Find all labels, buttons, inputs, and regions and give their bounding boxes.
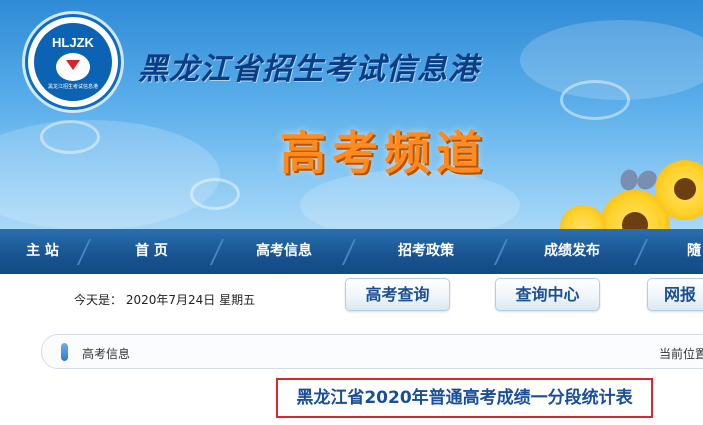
breadcrumb: 当前位置 <box>659 347 703 361</box>
swirl-decoration <box>190 178 240 210</box>
swirl-decoration <box>40 120 100 154</box>
nav-item-policy[interactable]: 招考政策 <box>350 229 509 274</box>
query-center-button[interactable]: 查询中心 <box>495 278 600 311</box>
nav-item-label: 首 页 <box>135 243 168 259</box>
logo-emblem: HLJZK 黑龙江招生考试信息港 <box>34 23 112 101</box>
nav-item-label: 成绩发布 <box>544 243 600 259</box>
nav-item-home[interactable]: 首 页 <box>85 229 225 274</box>
nav-item-label: 主 站 <box>26 243 59 259</box>
nav-item-gaokao-info[interactable]: 高考信息 <box>218 229 357 274</box>
sunflower-center-icon <box>674 178 696 200</box>
article-title: 黑龙江省2020年普通高考成绩一分段统计表 <box>276 378 653 418</box>
butterfly-icon <box>617 167 660 193</box>
today-date: 今天是： 2020年7月24日 星期五 <box>74 293 256 307</box>
site-logo[interactable]: HLJZK 黑龙江招生考试信息港 <box>25 14 121 110</box>
sunflower-icon <box>560 205 606 229</box>
nav-item-label: 隨 <box>687 243 701 259</box>
nav-item-scores[interactable]: 成绩发布 <box>502 229 649 274</box>
section-label[interactable]: 高考信息 <box>82 345 130 362</box>
cloud-decoration <box>0 120 220 229</box>
nav-item-label: 高考信息 <box>256 243 312 259</box>
location-bar: 高考信息 当前位置 <box>41 334 703 369</box>
nav-item-main-site[interactable]: 主 站 <box>0 229 92 274</box>
header-banner: HLJZK 黑龙江招生考试信息港 黑龙江省招生考试信息港 高考频道 <box>0 0 703 229</box>
channel-title: 高考频道 <box>280 126 488 180</box>
online-registration-button[interactable]: 网报 <box>647 278 703 311</box>
gaokao-query-button[interactable]: 高考查询 <box>345 278 450 311</box>
nav-item-label: 招考政策 <box>398 243 454 259</box>
logo-text: HLJZK <box>52 35 94 50</box>
nav-item-more[interactable]: 隨 <box>642 229 703 274</box>
main-nav: 主 站 首 页 高考信息 招考政策 成绩发布 隨 <box>0 229 703 274</box>
location-marker-icon <box>61 343 68 361</box>
site-title: 黑龙江省招生考试信息港 <box>138 52 479 87</box>
logo-subtext: 黑龙江招生考试信息港 <box>47 84 98 90</box>
swirl-decoration <box>560 80 630 120</box>
logo-atom-icon <box>56 53 90 81</box>
